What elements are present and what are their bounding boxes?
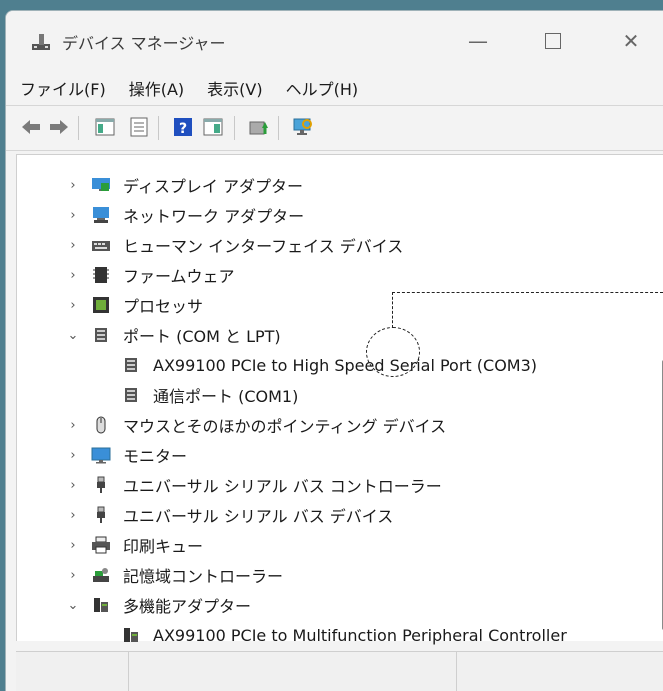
tree-item-monitors[interactable]: › モニター bbox=[17, 441, 647, 469]
tree-item-storage-controllers[interactable]: › 記憶域コントローラー bbox=[17, 561, 647, 589]
action-pane-icon[interactable] bbox=[202, 116, 224, 138]
tree-child-com1[interactable]: 通信ポート (COM1) bbox=[17, 381, 647, 409]
tree-item-label: 印刷キュー bbox=[123, 537, 204, 556]
tree-item-hid[interactable]: › ヒューマン インターフェイス デバイス bbox=[17, 231, 647, 259]
chevron-right-icon[interactable]: › bbox=[67, 447, 79, 463]
tree-item-label: 多機能アダプター bbox=[123, 597, 252, 616]
tree-item-label: プロセッサ bbox=[123, 297, 204, 316]
chevron-right-icon[interactable]: › bbox=[67, 417, 79, 433]
minimize-icon: — bbox=[468, 29, 488, 53]
tree-item-label: ディスプレイ アダプター bbox=[123, 177, 303, 196]
title-bar[interactable]: デバイス マネージャー — ✕ bbox=[6, 11, 663, 71]
chevron-right-icon[interactable]: › bbox=[67, 507, 79, 523]
tree-item-processors[interactable]: › プロセッサ bbox=[17, 291, 647, 319]
chevron-down-icon[interactable]: ⌄ bbox=[67, 327, 79, 343]
firmware-icon bbox=[93, 267, 109, 283]
usb-icon bbox=[97, 506, 105, 523]
toolbar-separator bbox=[234, 116, 235, 140]
tree-item-mice[interactable]: › マウスとそのほかのポインティング デバイス bbox=[17, 411, 647, 439]
tree-item-label: AX99100 PCIe to Multifunction Peripheral… bbox=[153, 625, 567, 645]
chevron-right-icon[interactable]: › bbox=[67, 567, 79, 583]
maximize-button[interactable] bbox=[533, 23, 573, 59]
tree-item-ports[interactable]: ⌄ ポート (COM と LPT) bbox=[17, 321, 647, 349]
menu-file[interactable]: ファイル(F) bbox=[20, 76, 116, 100]
device-manager-window: デバイス マネージャー — ✕ ファイル(F) 操作(A) 表示(V) ヘルプ(… bbox=[5, 10, 663, 691]
forward-arrow-icon[interactable] bbox=[48, 116, 70, 138]
callout-line bbox=[392, 292, 663, 293]
device-tree[interactable]: › ディスプレイ アダプター › ネットワーク アダプター › ヒューマン イン… bbox=[16, 154, 663, 645]
tree-item-firmware[interactable]: › ファームウェア bbox=[17, 261, 647, 289]
tree-item-usb-controllers[interactable]: › ユニバーサル シリアル バス コントローラー bbox=[17, 471, 647, 499]
tree-item-label: ネットワーク アダプター bbox=[123, 207, 305, 226]
tree-child-ax99100-serial-port[interactable]: AX99100 PCIe to High Speed Serial Port (… bbox=[17, 351, 647, 379]
usb-icon bbox=[97, 476, 105, 493]
printer-icon bbox=[92, 536, 110, 554]
tree-item-display-adapters[interactable]: › ディスプレイ アダプター bbox=[17, 171, 647, 199]
network-adapter-icon bbox=[93, 207, 109, 223]
tree-item-label: ユニバーサル シリアル バス コントローラー bbox=[123, 477, 442, 496]
help-icon[interactable]: ? bbox=[172, 116, 194, 138]
processor-icon bbox=[93, 297, 109, 313]
mouse-icon bbox=[96, 416, 106, 434]
tree-item-label: 通信ポート (COM1) bbox=[153, 387, 299, 406]
chevron-down-icon[interactable]: ⌄ bbox=[67, 597, 79, 613]
status-cell bbox=[128, 652, 457, 691]
close-icon: ✕ bbox=[622, 29, 640, 53]
update-driver-icon[interactable] bbox=[248, 116, 270, 138]
show-hide-console-tree-icon[interactable] bbox=[94, 116, 116, 138]
chevron-right-icon[interactable]: › bbox=[67, 297, 79, 313]
menu-help[interactable]: ヘルプ(H) bbox=[286, 76, 369, 100]
hid-icon bbox=[92, 241, 110, 251]
window-title: デバイス マネージャー bbox=[62, 34, 226, 53]
chevron-right-icon[interactable]: › bbox=[67, 237, 79, 253]
menu-view[interactable]: 表示(V) bbox=[207, 76, 272, 100]
port-icon bbox=[95, 328, 107, 342]
status-bar bbox=[16, 651, 663, 691]
scan-hardware-icon[interactable] bbox=[292, 116, 314, 138]
chevron-right-icon[interactable]: › bbox=[67, 537, 79, 553]
tree-item-label: ファームウェア bbox=[123, 267, 235, 286]
chevron-right-icon[interactable]: › bbox=[67, 477, 79, 493]
menu-bar: ファイル(F) 操作(A) 表示(V) ヘルプ(H) bbox=[6, 71, 663, 105]
back-arrow-icon[interactable] bbox=[20, 116, 42, 138]
status-cell bbox=[16, 652, 129, 691]
tree-child-ax99100-multifunction[interactable]: AX99100 PCIe to Multifunction Peripheral… bbox=[17, 621, 647, 649]
tree-item-network-adapters[interactable]: › ネットワーク アダプター bbox=[17, 201, 647, 229]
svg-text:?: ? bbox=[179, 121, 187, 137]
tree-item-label: モニター bbox=[123, 447, 188, 466]
chevron-right-icon[interactable]: › bbox=[67, 267, 79, 283]
tree-item-label: マウスとそのほかのポインティング デバイス bbox=[123, 417, 447, 436]
tree-item-usb-devices[interactable]: › ユニバーサル シリアル バス デバイス bbox=[17, 501, 647, 529]
storage-icon bbox=[93, 568, 109, 582]
toolbar-separator bbox=[158, 116, 159, 140]
close-button[interactable]: ✕ bbox=[611, 23, 651, 59]
callout-line bbox=[392, 292, 393, 328]
toolbar-separator bbox=[278, 116, 279, 140]
maximize-icon bbox=[545, 33, 561, 49]
display-adapter-icon bbox=[92, 178, 110, 191]
tree-item-print-queues[interactable]: › 印刷キュー bbox=[17, 531, 647, 559]
port-icon bbox=[125, 388, 137, 402]
tree-item-label: 記憶域コントローラー bbox=[123, 567, 284, 586]
menu-action[interactable]: 操作(A) bbox=[129, 76, 194, 100]
tree-item-label: ヒューマン インターフェイス デバイス bbox=[123, 237, 404, 256]
tree-item-label: ユニバーサル シリアル バス デバイス bbox=[123, 507, 394, 526]
chevron-right-icon[interactable]: › bbox=[67, 207, 79, 223]
callout-circle bbox=[366, 327, 420, 377]
tree-item-label: AX99100 PCIe to High Speed Serial Port (… bbox=[153, 355, 538, 375]
tree-item-multifunction-adapters[interactable]: ⌄ 多機能アダプター bbox=[17, 591, 647, 619]
properties-icon[interactable] bbox=[128, 116, 150, 138]
multifunction-icon bbox=[94, 598, 108, 612]
monitor-icon bbox=[91, 447, 111, 464]
multifunction-icon bbox=[124, 628, 138, 642]
port-icon bbox=[125, 358, 137, 372]
minimize-button[interactable]: — bbox=[458, 23, 498, 59]
device-manager-app-icon bbox=[32, 34, 50, 50]
toolbar-separator bbox=[78, 116, 79, 140]
chevron-right-icon[interactable]: › bbox=[67, 177, 79, 193]
toolbar: ? bbox=[6, 105, 663, 151]
tree-item-label: ポート (COM と LPT) bbox=[123, 327, 281, 346]
